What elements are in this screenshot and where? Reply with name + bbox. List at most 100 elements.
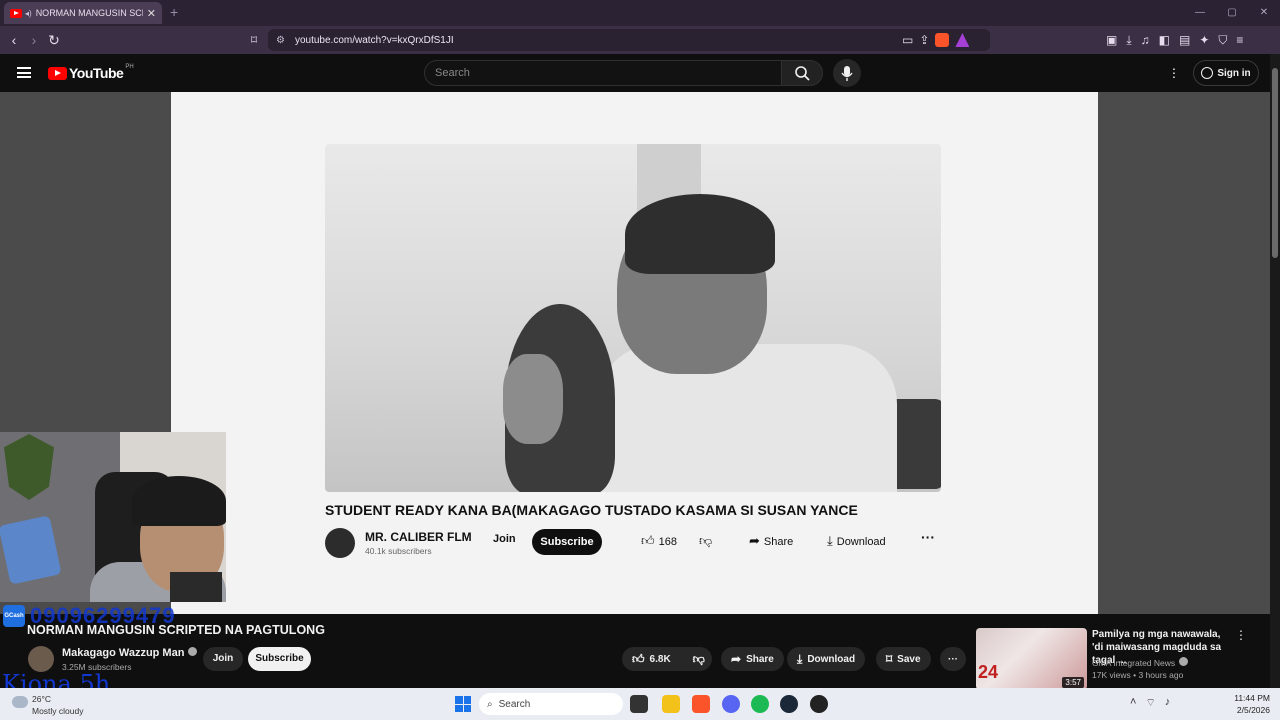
- media-icon[interactable]: ♫: [1141, 33, 1150, 47]
- country-code: PH: [125, 64, 134, 70]
- page-scrollbar[interactable]: [1270, 54, 1280, 688]
- video-frame-scene: [325, 144, 941, 492]
- weather-widget[interactable]: 26°C Mostly cloudy: [10, 692, 130, 716]
- embedded-channel-name: MR. CALIBER FLM: [365, 530, 472, 544]
- video-duration: 3:57: [1062, 677, 1084, 688]
- sidebar-icon[interactable]: ◧: [1159, 33, 1170, 47]
- cast-icon[interactable]: ▭: [902, 33, 913, 47]
- guide-menu-icon[interactable]: [17, 67, 31, 78]
- youtube-search-input[interactable]: Search: [424, 60, 782, 86]
- embedded-subscribe-label: Subscribe: [532, 529, 602, 555]
- embedded-more-icon: ···: [921, 529, 935, 545]
- audio-playing-icon[interactable]: ◂): [25, 9, 32, 18]
- taskbar-clock[interactable]: 11:44 PM 2/5/2026: [1230, 692, 1270, 716]
- like-icon[interactable]: 👍︎: [632, 652, 645, 667]
- network-icon[interactable]: ⌔: [1145, 696, 1155, 710]
- sign-in-label: Sign in: [1217, 67, 1251, 79]
- settings-kebab-icon[interactable]: · · ·: [1170, 61, 1178, 83]
- more-actions-button[interactable]: ···: [940, 647, 966, 671]
- recommended-channel[interactable]: GMA Integrated News: [1092, 657, 1189, 668]
- brave-shield-icon[interactable]: [935, 33, 950, 47]
- subscribe-button[interactable]: Subscribe: [248, 647, 311, 671]
- recommended-channel-text: GMA Integrated News: [1092, 658, 1176, 668]
- download-button[interactable]: ⤓ Download: [787, 647, 866, 671]
- taskbar-search[interactable]: ⌕ Search: [479, 693, 623, 715]
- vpn-icon[interactable]: ⛉: [1218, 33, 1227, 48]
- wallet-icon[interactable]: ▤: [1179, 33, 1190, 47]
- brave-browser-icon[interactable]: [692, 695, 710, 713]
- address-bar[interactable]: ⚙ youtube.com/watch?v=kxQrxDfS1JI: [268, 29, 990, 51]
- scene-man-hair: [625, 194, 775, 274]
- task-view-icon[interactable]: [630, 695, 648, 713]
- account-icon: [1201, 67, 1214, 79]
- embedded-subscriber-count: 40.1k subscribers: [365, 546, 432, 556]
- recommended-menu-icon[interactable]: ⋮: [1235, 628, 1247, 642]
- tab-manager-icon[interactable]: ▣: [1106, 33, 1117, 47]
- tray-overflow-icon[interactable]: ˄: [1130, 696, 1136, 710]
- search-icon: [795, 66, 810, 81]
- youtube-logo[interactable]: YouTube PH: [48, 64, 134, 81]
- forward-icon[interactable]: ›: [24, 32, 44, 48]
- save-playlist-icon: ⌑: [886, 652, 893, 666]
- scrollbar-thumb[interactable]: [1272, 68, 1278, 258]
- omnibox-actions: ▭ ⇪: [902, 26, 970, 54]
- volume-icon[interactable]: ♪: [1165, 696, 1171, 710]
- download-arrow-icon: ⤓: [827, 533, 833, 548]
- channel-name[interactable]: Makagago Wazzup Man: [62, 647, 198, 659]
- scene-woman-face: [503, 354, 563, 444]
- windows-start-icon[interactable]: [455, 696, 471, 712]
- youtube-search-button[interactable]: [781, 60, 823, 86]
- join-button[interactable]: Join: [203, 647, 243, 671]
- window-controls: — ▢ ✕: [1184, 0, 1280, 26]
- file-explorer-icon[interactable]: [662, 695, 680, 713]
- close-tab-icon[interactable]: ✕: [147, 7, 156, 20]
- verified-badge-icon: [188, 647, 198, 656]
- maximize-button[interactable]: ▢: [1216, 0, 1248, 26]
- leo-ai-icon[interactable]: ✦: [1199, 33, 1209, 47]
- spotify-icon[interactable]: [751, 695, 769, 713]
- back-icon[interactable]: ‹: [4, 32, 24, 48]
- browser-tab[interactable]: ◂) NORMAN MANGUSIN SCRIP ✕: [4, 2, 162, 24]
- save-button[interactable]: ⌑ Save: [876, 647, 931, 671]
- cloudy-weather-icon: [12, 696, 28, 708]
- steam-icon[interactable]: [780, 695, 798, 713]
- share-page-icon[interactable]: ⇪: [919, 33, 929, 47]
- system-tray: ˄ ⌔ ♪: [1130, 696, 1170, 710]
- share-button[interactable]: ➦ Share: [721, 647, 784, 671]
- browser-tab-bar: ◂) NORMAN MANGUSIN SCRIP ✕ + — ▢ ✕: [0, 0, 1280, 26]
- windows-taskbar: 26°C Mostly cloudy ⌕ Search ˄ ⌔ ♪ 11:44 …: [0, 688, 1280, 720]
- tab-title: NORMAN MANGUSIN SCRIP: [35, 8, 143, 18]
- video-player[interactable]: STUDENT READY KANA BA(MAKAGAGO TUSTADO K…: [171, 92, 1098, 614]
- menu-icon[interactable]: ≡: [1236, 33, 1243, 47]
- scene-man-shirt: [597, 344, 897, 492]
- more-icon: ···: [948, 653, 958, 665]
- downloads-icon[interactable]: ⤓: [1126, 33, 1131, 48]
- embedded-like-count: 168: [658, 536, 677, 548]
- embedded-download-label: Download: [836, 536, 886, 548]
- like-count[interactable]: 6.8K: [650, 654, 671, 665]
- cam-pillow: [0, 515, 62, 585]
- obs-icon[interactable]: [810, 695, 828, 713]
- share-icon: ➦: [731, 652, 742, 666]
- close-window-button[interactable]: ✕: [1248, 0, 1280, 26]
- youtube-wordmark: YouTube: [69, 65, 124, 81]
- brave-rewards-icon[interactable]: [955, 33, 970, 47]
- channel-name-text: Makagago Wazzup Man: [62, 647, 185, 659]
- extension-toolbar: ▣ ⤓ ♫ ◧ ▤ ✦ ⛉ ≡: [1106, 26, 1243, 54]
- reload-icon[interactable]: ↻: [44, 32, 64, 49]
- new-tab-button[interactable]: +: [170, 4, 178, 20]
- voice-search-button[interactable]: [833, 59, 861, 87]
- cam-hair: [132, 476, 226, 526]
- embedded-like-group: 👍︎ 168 👎︎: [641, 533, 716, 549]
- site-info-icon[interactable]: ⚙: [276, 35, 285, 46]
- bookmark-icon[interactable]: ⌑: [244, 33, 264, 47]
- stream-logo-badge: [4, 434, 54, 500]
- sign-in-button[interactable]: Sign in: [1193, 60, 1259, 86]
- share-label: Share: [746, 653, 774, 665]
- dislike-icon[interactable]: 👎︎: [693, 652, 705, 667]
- discord-icon[interactable]: [722, 695, 740, 713]
- channel-avatar[interactable]: [28, 646, 54, 672]
- thumbs-up-icon: 👍︎: [641, 533, 655, 548]
- recommended-thumbnail[interactable]: 24 3:57: [976, 628, 1087, 690]
- minimize-button[interactable]: —: [1184, 0, 1216, 26]
